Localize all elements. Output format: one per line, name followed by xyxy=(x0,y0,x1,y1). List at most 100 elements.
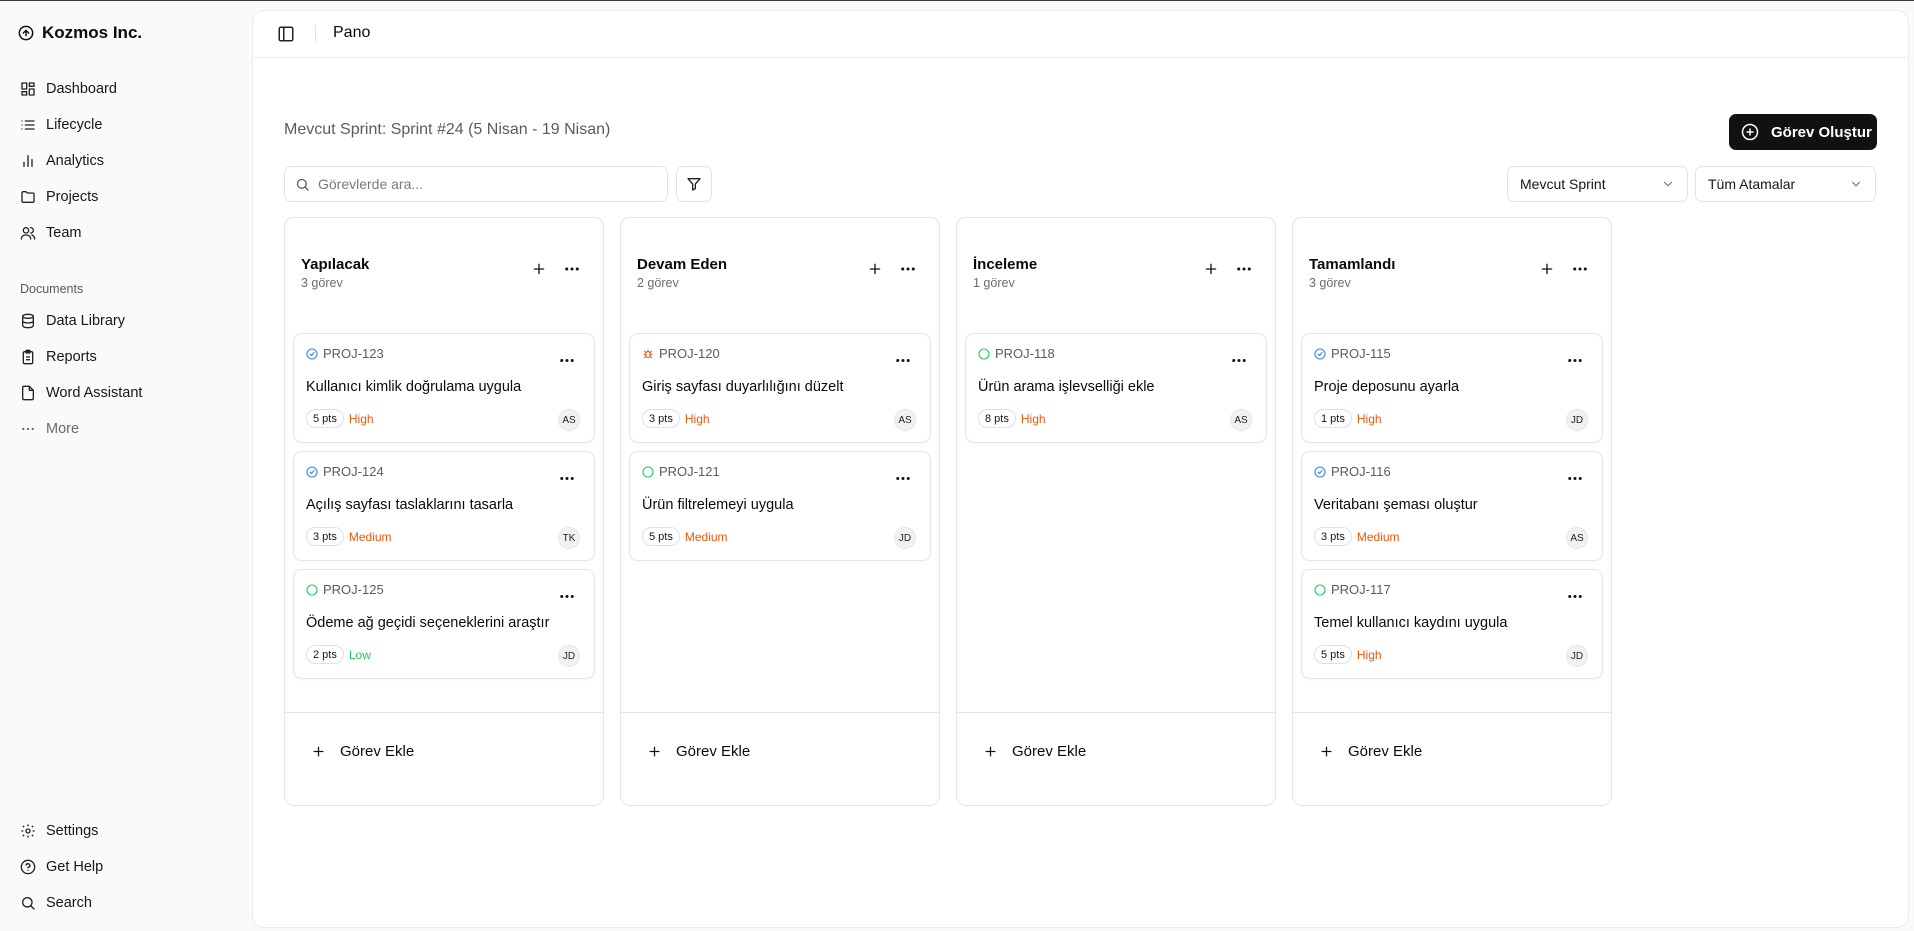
circle-check-icon xyxy=(306,465,318,478)
task-title: Ürün arama işlevselliği ekle xyxy=(978,379,1155,395)
task-card[interactable]: PROJ-125 Ödeme ağ geçidi seçeneklerini a… xyxy=(293,569,595,679)
assignee-avatar[interactable]: AS xyxy=(1566,527,1588,549)
add-task-button[interactable]: Görev Ekle xyxy=(311,743,414,760)
assignee-avatar[interactable]: TK xyxy=(558,527,580,549)
sidebar-item-lifecycle[interactable]: Lifecycle xyxy=(14,110,240,140)
more-horizontal-icon[interactable] xyxy=(894,470,912,482)
filter-icon xyxy=(687,178,701,191)
assignee-select[interactable]: Tüm Atamalar xyxy=(1695,166,1876,202)
assignee-avatar[interactable]: JD xyxy=(1566,645,1588,667)
sidebar-item-get-help[interactable]: Get Help xyxy=(14,852,240,882)
assignee-avatar[interactable]: JD xyxy=(1566,409,1588,431)
plus-icon[interactable] xyxy=(1539,261,1555,277)
story-points-badge: 3 pts xyxy=(306,527,344,546)
add-task-label: Görev Ekle xyxy=(1012,743,1087,760)
task-id: PROJ-124 xyxy=(306,464,384,479)
plus-icon[interactable] xyxy=(1203,261,1219,277)
board-column: Tamamlandı 3 görev PROJ-115 Proje deposu… xyxy=(1292,217,1612,806)
circle-icon xyxy=(642,465,654,478)
add-task-label: Görev Ekle xyxy=(676,743,751,760)
sidebar-item-team[interactable]: Team xyxy=(14,218,240,248)
task-card[interactable]: PROJ-123 Kullanıcı kimlik doğrulama uygu… xyxy=(293,333,595,443)
page-header: Pano xyxy=(253,11,1908,58)
sidebar-item-settings[interactable]: Settings xyxy=(14,816,240,846)
task-id: PROJ-121 xyxy=(642,464,720,479)
more-horizontal-icon[interactable] xyxy=(558,588,576,600)
sidebar-item-reports[interactable]: Reports xyxy=(14,342,240,372)
filter-button[interactable] xyxy=(676,166,712,202)
add-task-button[interactable]: Görev Ekle xyxy=(647,743,750,760)
task-card[interactable]: PROJ-115 Proje deposunu ayarla 1 pts Hig… xyxy=(1301,333,1603,443)
task-card[interactable]: PROJ-120 Giriş sayfası duyarlılığını düz… xyxy=(629,333,931,443)
task-title: Ürün filtrelemeyi uygula xyxy=(642,497,794,513)
plus-icon[interactable] xyxy=(531,261,547,277)
sprint-select[interactable]: Mevcut Sprint xyxy=(1507,166,1688,202)
priority-label: Medium xyxy=(348,529,392,544)
assignee-select-value: Tüm Atamalar xyxy=(1708,176,1796,192)
more-horizontal-icon[interactable] xyxy=(1566,352,1584,364)
sidebar-item-label: More xyxy=(46,421,80,437)
search-input[interactable] xyxy=(318,176,648,192)
main-panel: Pano Mevcut Sprint: Sprint #24 (5 Nisan … xyxy=(252,10,1909,928)
more-horizontal-icon[interactable] xyxy=(563,261,581,277)
sidebar-item-search[interactable]: Search xyxy=(14,888,240,918)
assignee-avatar[interactable]: AS xyxy=(558,409,580,431)
plus-icon xyxy=(1321,746,1332,757)
column-title: Tamamlandı xyxy=(1309,256,1396,273)
task-id-label: PROJ-124 xyxy=(323,464,384,479)
priority-label: High xyxy=(1020,411,1046,426)
task-id-label: PROJ-115 xyxy=(1331,346,1391,361)
more-horizontal-icon[interactable] xyxy=(558,470,576,482)
plus-icon xyxy=(313,746,324,757)
more-horizontal-icon[interactable] xyxy=(899,261,917,277)
add-task-button[interactable]: Görev Ekle xyxy=(983,743,1086,760)
more-horizontal-icon[interactable] xyxy=(1230,352,1248,364)
task-title: Temel kullanıcı kaydını uygula xyxy=(1314,615,1508,631)
help-circle-icon xyxy=(20,859,36,875)
task-card[interactable]: PROJ-124 Açılış sayfası taslaklarını tas… xyxy=(293,451,595,561)
sidebar-toggle-icon[interactable] xyxy=(277,25,295,43)
task-card[interactable]: PROJ-121 Ürün filtrelemeyi uygula 5 pts … xyxy=(629,451,931,561)
assignee-avatar[interactable]: JD xyxy=(894,527,916,549)
column-title: İnceleme xyxy=(973,256,1038,273)
sidebar-item-dashboard[interactable]: Dashboard xyxy=(14,74,240,104)
plus-icon[interactable] xyxy=(867,261,883,277)
task-search[interactable] xyxy=(284,166,668,202)
assignee-avatar[interactable]: AS xyxy=(894,409,916,431)
task-meta: 1 pts High xyxy=(1314,409,1382,428)
column-task-count: 1 görev xyxy=(973,276,1015,290)
more-horizontal-icon[interactable] xyxy=(558,352,576,364)
more-horizontal-icon[interactable] xyxy=(1566,470,1584,482)
column-footer-divider xyxy=(1293,712,1611,713)
more-horizontal-icon[interactable] xyxy=(894,352,912,364)
board-column: Yapılacak 3 görev PROJ-123 Kullanıcı kim… xyxy=(284,217,604,806)
sidebar-item-more[interactable]: More xyxy=(14,414,240,444)
users-icon xyxy=(20,227,36,240)
sidebar-item-label: Dashboard xyxy=(46,81,117,97)
task-card[interactable]: PROJ-116 Veritabanı şeması oluştur 3 pts… xyxy=(1301,451,1603,561)
brand[interactable]: Kozmos Inc. xyxy=(18,21,142,45)
page-title: Pano xyxy=(333,24,371,41)
circle-icon xyxy=(1314,583,1326,596)
sidebar: Kozmos Inc. Dashboard Lifecycle Analytic… xyxy=(0,1,252,931)
assignee-avatar[interactable]: JD xyxy=(558,645,580,667)
task-title: Giriş sayfası duyarlılığını düzelt xyxy=(642,379,844,395)
task-card[interactable]: PROJ-118 Ürün arama işlevselliği ekle 8 … xyxy=(965,333,1267,443)
chevron-down-icon xyxy=(1851,181,1861,187)
sidebar-item-analytics[interactable]: Analytics xyxy=(14,146,240,176)
more-horizontal-icon[interactable] xyxy=(1571,261,1589,277)
more-horizontal-icon[interactable] xyxy=(1566,588,1584,600)
create-task-button[interactable]: Görev Oluştur xyxy=(1729,114,1877,150)
sidebar-item-label: Get Help xyxy=(46,859,104,875)
sidebar-item-word-assistant[interactable]: Word Assistant xyxy=(14,378,240,408)
task-meta: 3 pts High xyxy=(642,409,710,428)
file-icon xyxy=(22,385,34,401)
task-card[interactable]: PROJ-117 Temel kullanıcı kaydını uygula … xyxy=(1301,569,1603,679)
sidebar-item-projects[interactable]: Projects xyxy=(14,182,240,212)
sidebar-item-data-library[interactable]: Data Library xyxy=(14,306,240,336)
create-task-label: Görev Oluştur xyxy=(1771,123,1872,141)
list-icon xyxy=(21,120,35,130)
add-task-button[interactable]: Görev Ekle xyxy=(1319,743,1422,760)
assignee-avatar[interactable]: AS xyxy=(1230,409,1252,431)
more-horizontal-icon[interactable] xyxy=(1235,261,1253,277)
